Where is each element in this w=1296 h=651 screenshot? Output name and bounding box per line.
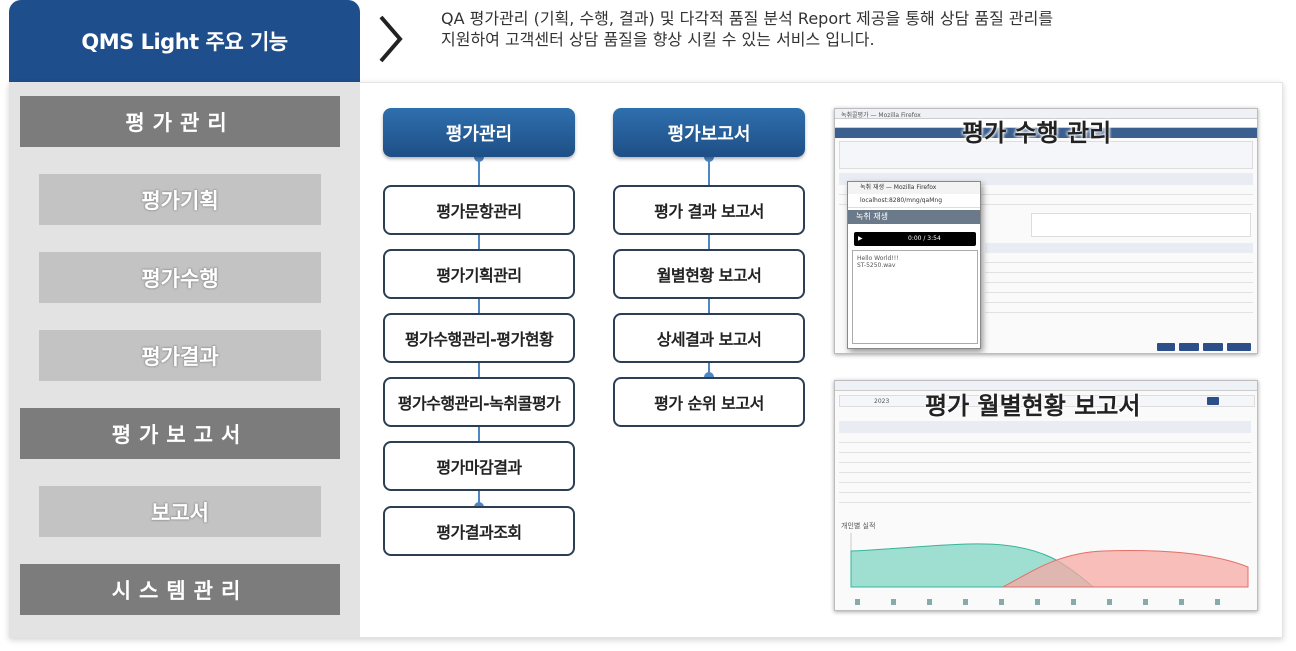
sidebar-item-eval-exec[interactable]: 평가수행	[39, 252, 321, 303]
flow-item-result-report[interactable]: 평가 결과 보고서	[613, 185, 805, 235]
chart-legend	[855, 599, 1245, 605]
header-tab: QMS Light 주요 기능	[9, 0, 360, 82]
flow-item-exec-call-eval[interactable]: 평가수행관리-녹취콜평가	[383, 377, 575, 427]
sidebar-item-system-mgmt[interactable]: 시스템관리	[20, 564, 340, 615]
service-description: QA 평가관리 (기획, 수행, 결과) 및 다각적 품질 분석 Report …	[441, 9, 1054, 49]
header-tab-title: QMS Light 주요 기능	[81, 30, 288, 54]
sidebar-item-eval-report[interactable]: 평가보고서	[20, 408, 340, 459]
flow-item-question-mgmt[interactable]: 평가문항관리	[383, 185, 575, 235]
screenshot-title-monthly-report: 평가 월별현황 보고서	[925, 392, 1141, 420]
flow-item-monthly-report[interactable]: 월별현황 보고서	[613, 249, 805, 299]
audio-player: ▶ 0:00 / 3:54	[854, 232, 976, 246]
sidebar-item-eval-plan[interactable]: 평가기획	[39, 174, 321, 225]
area-chart-thumbnail	[850, 533, 1249, 588]
mini-button	[1227, 343, 1251, 351]
mini-button	[1203, 343, 1223, 351]
mini-button	[1157, 343, 1175, 351]
sidebar-item-report[interactable]: 보고서	[39, 486, 321, 537]
flow-item-close-result[interactable]: 평가마감결과	[383, 441, 575, 491]
chart-label: 개인별 실적	[841, 522, 876, 530]
flow-item-detail-report[interactable]: 상세결과 보고서	[613, 313, 805, 363]
grid-header	[839, 421, 1251, 433]
flow-item-exec-status[interactable]: 평가수행관리-평가현황	[383, 313, 575, 363]
audio-popup: 녹취 재생 — Mozilla Firefox localhost:8280/m…	[847, 181, 981, 349]
play-icon: ▶	[858, 235, 863, 242]
flow-head-eval-mgmt[interactable]: 평가관리	[383, 108, 575, 157]
sidebar-item-eval-mgmt[interactable]: 평가관리	[20, 96, 340, 147]
flow-head-eval-report[interactable]: 평가보고서	[613, 108, 805, 157]
screenshot-title-eval-exec: 평가 수행 관리	[962, 119, 1112, 147]
mini-button	[1179, 343, 1199, 351]
flow-item-plan-mgmt[interactable]: 평가기획관리	[383, 249, 575, 299]
flow-item-result-query[interactable]: 평가결과조회	[383, 506, 575, 556]
sidebar-item-eval-result[interactable]: 평가결과	[39, 330, 321, 381]
flow-item-rank-report[interactable]: 평가 순위 보고서	[613, 377, 805, 427]
chevron-right-icon	[379, 15, 403, 63]
